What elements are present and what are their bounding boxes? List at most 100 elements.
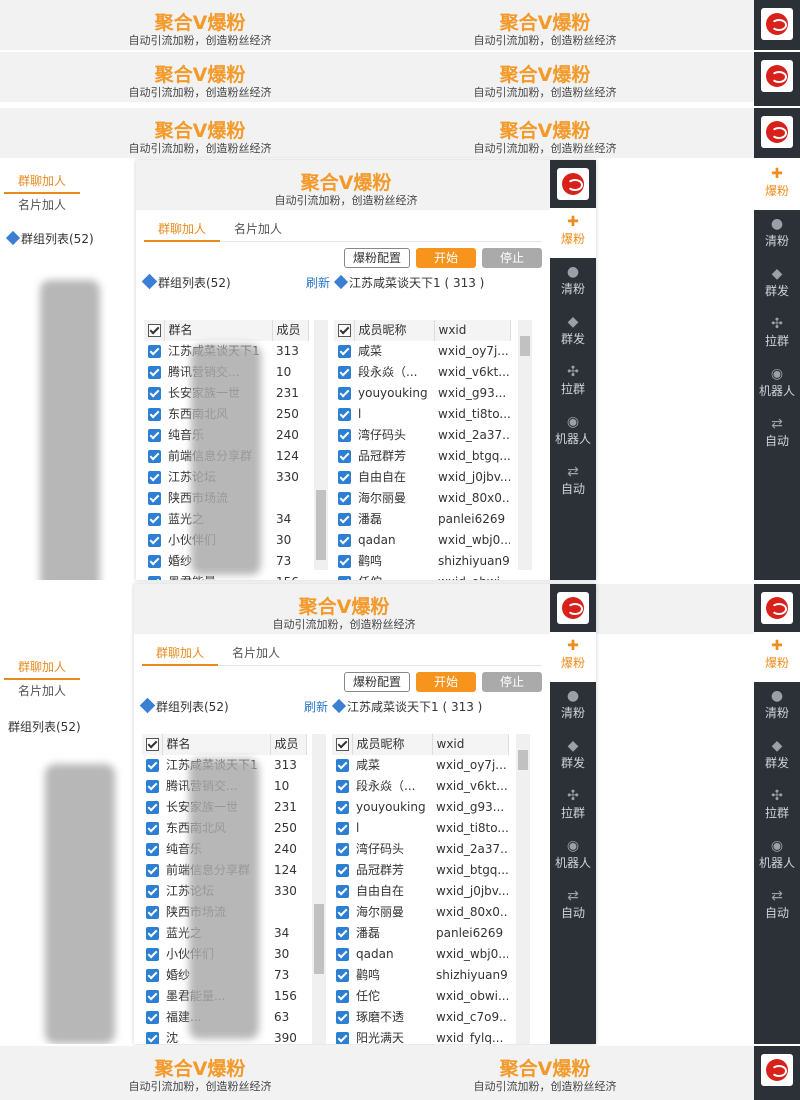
start-button[interactable]: 开始 (416, 248, 476, 268)
row-checkbox[interactable] (142, 755, 162, 776)
nav-item-robot[interactable]: ◉ 机器人 (754, 832, 800, 882)
nav-item-clean[interactable]: ● 清粉 (550, 682, 596, 732)
table-row[interactable]: 咸菜 wxid_oy7j... (332, 755, 508, 776)
row-checkbox[interactable] (142, 797, 162, 818)
row-checkbox[interactable] (332, 944, 352, 965)
row-checkbox[interactable] (334, 530, 354, 551)
table-row[interactable]: l wxid_ti8to... (334, 404, 510, 425)
column-header-name[interactable]: 群名 (164, 320, 273, 341)
group-scrollbar[interactable] (314, 320, 328, 570)
row-checkbox[interactable] (144, 551, 164, 572)
start-button[interactable]: 开始 (416, 672, 476, 692)
table-row[interactable]: 潘磊 panlei6269 (332, 923, 508, 944)
row-checkbox[interactable] (332, 755, 352, 776)
row-checkbox[interactable] (144, 572, 164, 580)
column-header-nick[interactable]: 成员昵称 (354, 320, 435, 341)
table-row[interactable]: 潘磊 panlei6269 (334, 509, 510, 530)
table-row[interactable]: 品冠群芳 wxid_btgq... (334, 446, 510, 467)
row-checkbox[interactable] (144, 404, 164, 425)
table-row[interactable]: 海尔丽曼 wxid_80x0... (334, 488, 510, 509)
table-row[interactable]: qadan wxid_wbj0... (334, 530, 510, 551)
row-checkbox[interactable] (334, 341, 354, 362)
tab-card-add[interactable]: 名片加人 (218, 642, 294, 664)
nav-item-robot[interactable]: ◉ 机器人 (550, 408, 596, 458)
nav-item-clean[interactable]: ● 清粉 (754, 210, 800, 260)
row-checkbox[interactable] (334, 446, 354, 467)
row-checkbox[interactable] (144, 467, 164, 488)
select-all-checkbox[interactable] (142, 734, 163, 755)
column-header-wxid[interactable]: wxid (432, 734, 509, 755)
row-checkbox[interactable] (142, 818, 162, 839)
table-row[interactable]: 阳光满天 wxid_fylq... (332, 1028, 508, 1044)
table-row[interactable]: 自由自在 wxid_j0jbv... (332, 881, 508, 902)
row-checkbox[interactable] (142, 776, 162, 797)
select-all-checkbox[interactable] (334, 320, 355, 341)
row-checkbox[interactable] (334, 509, 354, 530)
nav-item-pull[interactable]: ✣ 拉群 (754, 310, 800, 360)
row-checkbox[interactable] (142, 881, 162, 902)
member-scrollbar[interactable] (516, 734, 530, 1044)
row-checkbox[interactable] (334, 488, 354, 509)
nav-item-auto[interactable]: ⇄ 自动 (754, 410, 800, 460)
row-checkbox[interactable] (332, 797, 352, 818)
row-checkbox[interactable] (142, 944, 162, 965)
row-checkbox[interactable] (142, 1007, 162, 1028)
row-checkbox[interactable] (142, 860, 162, 881)
tab-card-add[interactable]: 名片加人 (220, 218, 296, 240)
table-row[interactable]: 鹳鸣 shizhiyuan9 (334, 551, 510, 572)
row-checkbox[interactable] (334, 551, 354, 572)
row-checkbox[interactable] (144, 425, 164, 446)
table-row[interactable]: 鹳鸣 shizhiyuan9 (332, 965, 508, 986)
config-button[interactable]: 爆粉配置 (343, 672, 410, 692)
column-header-wxid[interactable]: wxid (434, 320, 511, 341)
nav-item-robot[interactable]: ◉ 机器人 (754, 360, 800, 410)
table-row[interactable]: 海尔丽曼 wxid_80x0... (332, 902, 508, 923)
table-row[interactable]: 段永焱（... wxid_v6kt... (332, 776, 508, 797)
nav-item-robot[interactable]: ◉ 机器人 (550, 832, 596, 882)
row-checkbox[interactable] (332, 923, 352, 944)
select-all-checkbox[interactable] (144, 320, 165, 341)
row-checkbox[interactable] (334, 383, 354, 404)
nav-item-fans[interactable]: ✚ 爆粉 (754, 160, 800, 210)
row-checkbox[interactable] (334, 572, 354, 580)
stop-button[interactable]: 停止 (482, 248, 542, 268)
row-checkbox[interactable] (142, 839, 162, 860)
table-row[interactable]: qadan wxid_wbj0... (332, 944, 508, 965)
row-checkbox[interactable] (144, 509, 164, 530)
row-checkbox[interactable] (144, 383, 164, 404)
tab-group-add[interactable]: 群聊加人 (4, 656, 81, 680)
table-row[interactable]: youyouking wxid_g93... (334, 383, 510, 404)
column-header-nick[interactable]: 成员昵称 (352, 734, 433, 755)
column-header-members[interactable]: 成员 (270, 734, 307, 755)
row-checkbox[interactable] (332, 860, 352, 881)
nav-item-clean[interactable]: ● 清粉 (754, 682, 800, 732)
table-row[interactable]: 自由自在 wxid_j0jbv... (334, 467, 510, 488)
table-row[interactable]: 琢磨不透 wxid_c7o9... (332, 1007, 508, 1028)
nav-item-auto[interactable]: ⇄ 自动 (550, 882, 596, 932)
nav-item-auto[interactable]: ⇄ 自动 (550, 458, 596, 508)
row-checkbox[interactable] (332, 776, 352, 797)
row-checkbox[interactable] (334, 425, 354, 446)
row-checkbox[interactable] (144, 362, 164, 383)
nav-item-broadcast[interactable]: ◆ 群发 (550, 732, 596, 782)
row-checkbox[interactable] (142, 965, 162, 986)
nav-item-fans[interactable]: ✚ 爆粉 (550, 208, 596, 258)
row-checkbox[interactable] (332, 881, 352, 902)
member-scrollbar[interactable] (518, 320, 532, 570)
table-row[interactable]: 湾仔码头 wxid_2a37... (334, 425, 510, 446)
row-checkbox[interactable] (142, 923, 162, 944)
nav-item-broadcast[interactable]: ◆ 群发 (754, 732, 800, 782)
config-button[interactable]: 爆粉配置 (343, 248, 410, 268)
stop-button[interactable]: 停止 (482, 672, 542, 692)
group-scrollbar[interactable] (312, 734, 326, 1044)
row-checkbox[interactable] (144, 341, 164, 362)
row-checkbox[interactable] (332, 902, 352, 923)
nav-item-broadcast[interactable]: ◆ 群发 (754, 260, 800, 310)
tab-group-add[interactable]: 群聊加人 (142, 642, 219, 666)
row-checkbox[interactable] (142, 902, 162, 923)
table-row[interactable]: 湾仔码头 wxid_2a37... (332, 839, 508, 860)
nav-item-pull[interactable]: ✣ 拉群 (550, 782, 596, 832)
row-checkbox[interactable] (144, 446, 164, 467)
row-checkbox[interactable] (334, 404, 354, 425)
row-checkbox[interactable] (332, 986, 352, 1007)
